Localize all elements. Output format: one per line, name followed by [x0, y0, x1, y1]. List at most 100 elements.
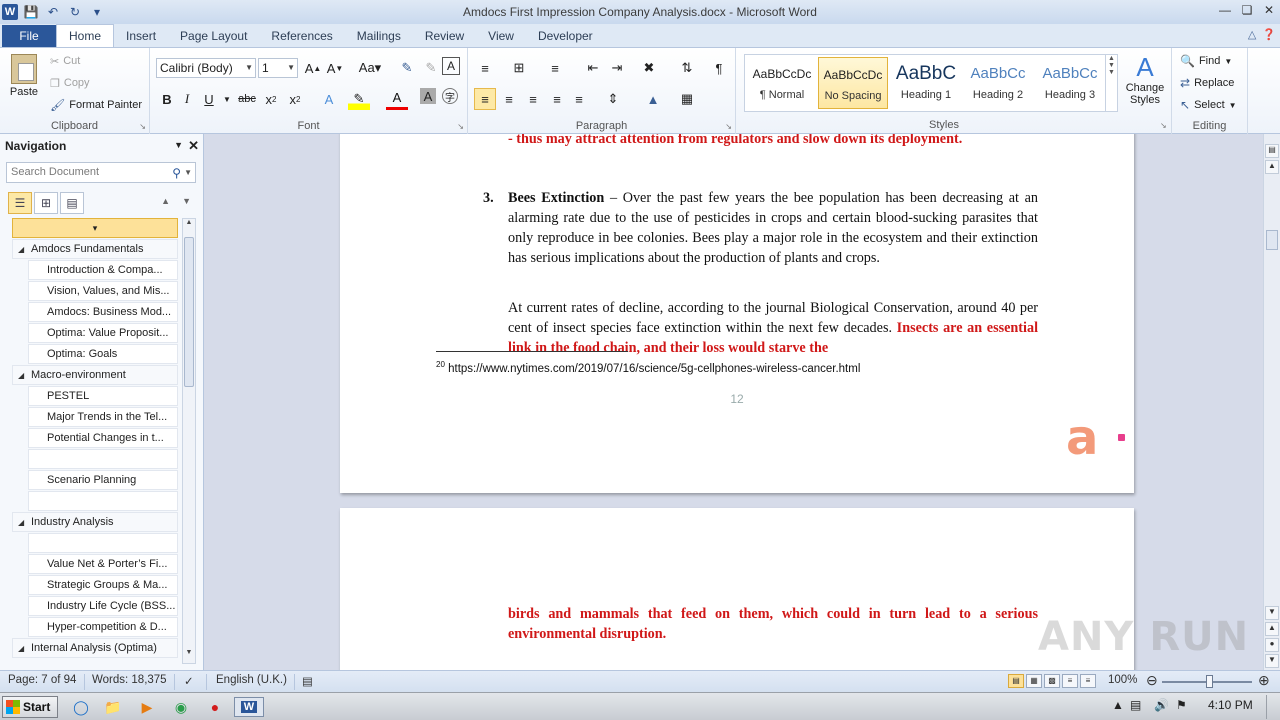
- nav-heading-level2[interactable]: Potential Changes in t...: [28, 428, 178, 448]
- document-page-next[interactable]: birds and mammals that feed on them, whi…: [340, 508, 1134, 670]
- tab-references[interactable]: References: [259, 25, 344, 47]
- next-heading-icon[interactable]: ▼: [182, 196, 191, 206]
- enclose-characters-icon[interactable]: 字: [442, 88, 458, 104]
- format-painter-button[interactable]: 🖌 Format Painter: [50, 95, 142, 115]
- browse-headings-icon[interactable]: ☰: [8, 192, 32, 214]
- italic-icon[interactable]: I: [176, 88, 198, 110]
- nav-heading-level1[interactable]: ◢ Amdocs Fundamentals: [12, 239, 178, 259]
- volume-icon[interactable]: 🔊: [1154, 698, 1169, 712]
- save-icon[interactable]: 💾: [22, 3, 40, 21]
- tab-home[interactable]: Home: [56, 24, 115, 47]
- nav-heading-level2[interactable]: Amdocs: Business Mod...: [28, 302, 178, 322]
- clipboard-launcher-icon[interactable]: ↘: [139, 122, 146, 131]
- collapse-triangle-icon[interactable]: ◢: [18, 639, 24, 657]
- subscript-icon[interactable]: x2: [260, 88, 282, 110]
- nav-heading-level2[interactable]: Industry Life Cycle (BSS...: [28, 596, 178, 616]
- scroll-down-icon[interactable]: ▼: [1265, 606, 1279, 620]
- scroll-thumb[interactable]: [1266, 230, 1278, 250]
- outline-icon[interactable]: ≡: [1062, 674, 1078, 688]
- nav-heading-level2[interactable]: Vision, Values, and Mis...: [28, 281, 178, 301]
- minimize-icon[interactable]: —: [1214, 0, 1236, 20]
- show-hidden-icons[interactable]: ▲: [1112, 698, 1124, 712]
- customize-qat-icon[interactable]: ▾: [88, 3, 106, 21]
- action-center-icon[interactable]: ⚑: [1176, 698, 1187, 712]
- underline-options-icon[interactable]: ▼: [216, 88, 238, 110]
- decrease-indent-icon[interactable]: ⇤: [582, 57, 604, 79]
- cut-button[interactable]: ✂ Cut: [50, 51, 80, 71]
- browse-results-icon[interactable]: ▤: [60, 192, 84, 214]
- style-heading-3[interactable]: AaBbCc Heading 3: [1035, 57, 1105, 109]
- character-shading-icon[interactable]: A: [420, 88, 436, 104]
- font-name-select[interactable]: Calibri (Body) ▼: [156, 58, 256, 78]
- document-scrollbar[interactable]: ▤ ▲ ▼ ▲ ● ▼: [1263, 134, 1280, 670]
- chrome-icon[interactable]: ◉: [170, 697, 192, 717]
- style-normal[interactable]: AaBbCcDc ¶ Normal: [747, 57, 817, 109]
- word-app-icon[interactable]: W: [2, 4, 18, 20]
- nav-heading-level2[interactable]: Introduction & Compa...: [28, 260, 178, 280]
- search-document-input[interactable]: Search Document ⚲ ▼: [6, 162, 196, 183]
- font-color-icon[interactable]: A: [386, 88, 408, 110]
- line-spacing-icon[interactable]: ⇕: [602, 88, 624, 110]
- nav-heading-level2[interactable]: PESTEL: [28, 386, 178, 406]
- language-indicator[interactable]: English (U.K.): [216, 674, 287, 686]
- numbering-icon[interactable]: ⊞: [508, 57, 530, 79]
- replace-button[interactable]: ⇄ Replace: [1180, 73, 1234, 93]
- ruler-toggle-icon[interactable]: ▤: [1265, 144, 1279, 158]
- web-layout-icon[interactable]: ▩: [1044, 674, 1060, 688]
- navigation-scrollbar[interactable]: ▲ ▼: [182, 218, 196, 664]
- borders-icon[interactable]: ▦: [676, 88, 698, 110]
- zoom-level[interactable]: 100%: [1108, 674, 1137, 686]
- shrink-font-icon[interactable]: A ▼: [324, 57, 346, 79]
- scroll-up-icon[interactable]: ▲: [183, 219, 195, 233]
- distributed-icon[interactable]: ≡: [568, 88, 590, 110]
- paste-button[interactable]: Paste: [6, 54, 42, 98]
- undo-icon[interactable]: ↶: [44, 3, 62, 21]
- style-heading-2[interactable]: AaBbCc Heading 2: [963, 57, 1033, 109]
- copy-button[interactable]: ❐ Copy: [50, 73, 90, 93]
- text-effects-icon[interactable]: A: [318, 88, 340, 110]
- nav-heading-level1[interactable]: ◢ Industry Analysis: [12, 512, 178, 532]
- strikethrough-icon[interactable]: abc: [236, 88, 258, 110]
- style-no-spacing[interactable]: AaBbCcDc No Spacing: [818, 57, 888, 109]
- help-icon[interactable]: ❓: [1262, 28, 1276, 41]
- antivirus-icon[interactable]: ●: [204, 697, 226, 717]
- clear-formatting-icon[interactable]: ✎: [396, 57, 418, 79]
- nav-heading-level2[interactable]: Optima: Value Proposit...: [28, 323, 178, 343]
- previous-heading-icon[interactable]: ▲: [161, 196, 170, 206]
- browse-pages-icon[interactable]: ⊞: [34, 192, 58, 214]
- restore-icon[interactable]: ❏: [1236, 0, 1258, 20]
- nav-heading-level1[interactable]: ◢ Internal Analysis (Optima): [12, 638, 178, 658]
- bold-icon[interactable]: B: [156, 88, 178, 110]
- shading-icon[interactable]: ▲: [642, 88, 664, 110]
- tab-view[interactable]: View: [476, 25, 526, 47]
- styles-gallery-scroll[interactable]: ▲ ▼ ▼: [1105, 55, 1117, 111]
- collapse-triangle-icon[interactable]: ◢: [18, 240, 24, 258]
- search-icon[interactable]: ⚲: [172, 164, 181, 183]
- collapse-triangle-icon[interactable]: ◢: [18, 366, 24, 384]
- scroll-thumb[interactable]: [184, 237, 194, 387]
- proofing-icon[interactable]: ✓: [184, 674, 194, 688]
- zoom-slider-thumb[interactable]: [1206, 675, 1213, 688]
- internet-explorer-icon[interactable]: ◯: [70, 697, 92, 717]
- scroll-up-icon[interactable]: ▲: [1265, 160, 1279, 174]
- sort-icon[interactable]: ⇅: [676, 57, 698, 79]
- tab-insert[interactable]: Insert: [114, 25, 168, 47]
- show-paragraph-marks-icon[interactable]: ¶: [708, 57, 730, 79]
- tab-review[interactable]: Review: [413, 25, 476, 47]
- nav-heading-level2[interactable]: [28, 533, 178, 553]
- align-left-icon[interactable]: ≡: [474, 88, 496, 110]
- close-icon[interactable]: ✕: [1258, 0, 1280, 20]
- next-page-icon[interactable]: ▼: [1265, 654, 1279, 668]
- page-count[interactable]: Page: 7 of 94: [8, 674, 76, 686]
- document-page[interactable]: - thus may attract attention from regula…: [340, 134, 1134, 493]
- word-count[interactable]: Words: 18,375: [92, 674, 167, 686]
- change-styles-button[interactable]: A Change Styles: [1122, 52, 1168, 106]
- show-desktop-button[interactable]: [1266, 695, 1278, 719]
- paragraph-launcher-icon[interactable]: ↘: [725, 122, 732, 131]
- nav-heading-level2[interactable]: [28, 491, 178, 511]
- align-right-icon[interactable]: ≡: [522, 88, 544, 110]
- select-button[interactable]: ↖ Select ▼: [1180, 95, 1237, 115]
- highlight-icon[interactable]: ✎: [348, 88, 370, 110]
- tab-page-layout[interactable]: Page Layout: [168, 25, 259, 47]
- network-icon[interactable]: ▤: [1130, 698, 1141, 712]
